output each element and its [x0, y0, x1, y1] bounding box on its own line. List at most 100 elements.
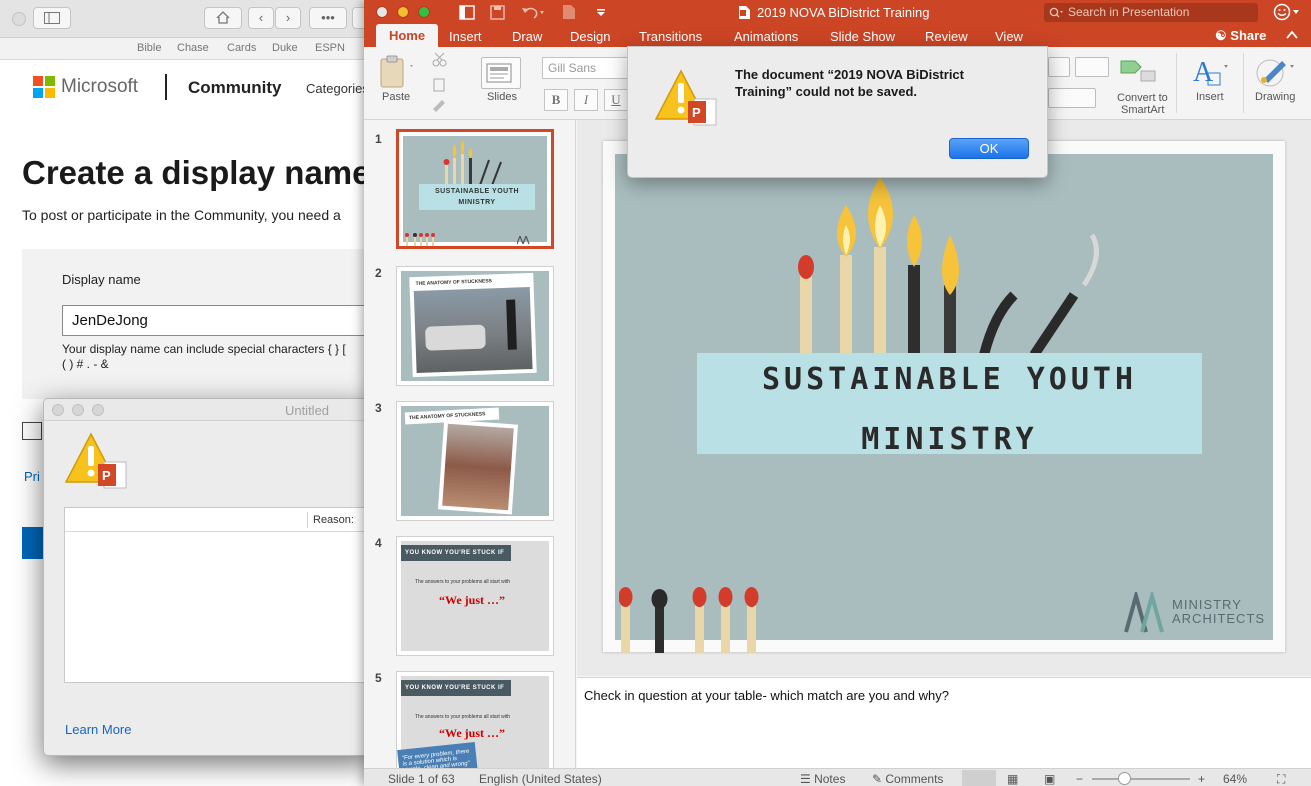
- community-link[interactable]: Community: [188, 78, 282, 98]
- normal-view-button[interactable]: [962, 770, 996, 786]
- notes-toggle[interactable]: ☰ Notes: [800, 772, 845, 786]
- zoom-slider-track[interactable]: [1092, 778, 1190, 780]
- powerpoint-warning-icon: P: [64, 432, 127, 489]
- slide-thumbnail-3[interactable]: THE ANATOMY OF STUCKNESS: [396, 401, 554, 521]
- microsoft-wordmark[interactable]: Microsoft: [61, 76, 138, 98]
- window-control[interactable]: [12, 12, 26, 26]
- bookmark-cards[interactable]: Cards: [227, 42, 256, 54]
- microsoft-logo-icon[interactable]: [33, 76, 55, 98]
- fit-to-window-icon[interactable]: ⛶: [1277, 772, 1285, 786]
- tab-draw[interactable]: Draw: [512, 29, 542, 44]
- slide-thumbnail-pane[interactable]: 1 SUSTAINABLE YOUTH MINISTRY 2 THE ANATO…: [364, 120, 576, 768]
- zoom-level[interactable]: 64%: [1223, 772, 1247, 786]
- zoom-in-icon[interactable]: +: [1198, 772, 1205, 786]
- home-button[interactable]: [204, 7, 242, 29]
- zoom-icon[interactable]: [418, 6, 430, 18]
- matches-row-image: [405, 233, 435, 246]
- submit-button[interactable]: [22, 527, 44, 559]
- agree-checkbox[interactable]: [22, 422, 42, 440]
- zoom-out-icon[interactable]: −: [1076, 772, 1083, 786]
- slide-thumbnail-2[interactable]: THE ANATOMY OF STUCKNESS: [396, 266, 554, 386]
- bookmark-duke[interactable]: Duke: [272, 42, 298, 54]
- privacy-link[interactable]: Pri: [24, 469, 40, 484]
- smartart-icon[interactable]: [1119, 57, 1159, 83]
- close-icon[interactable]: [376, 6, 388, 18]
- drawing-icon[interactable]: [1254, 55, 1296, 89]
- chevron-left-icon: ‹: [258, 10, 264, 25]
- reason-column-header[interactable]: Reason:: [313, 514, 354, 526]
- share-button[interactable]: ☯ Share: [1215, 28, 1266, 44]
- child-photo: [442, 423, 514, 511]
- ministry-architects-wordmark-2: ARCHITECTS: [1172, 611, 1266, 626]
- paste-icon[interactable]: [378, 55, 416, 89]
- learn-more-link[interactable]: Learn More: [65, 722, 131, 737]
- ppt-titlebar: 2019 NOVA BiDistrict Training Search in …: [364, 0, 1311, 25]
- tab-transitions[interactable]: Transitions: [639, 29, 702, 44]
- columns-button[interactable]: [1075, 57, 1109, 77]
- tab-slide-show[interactable]: Slide Show: [830, 29, 895, 44]
- speaker-notes[interactable]: Check in question at your table- which m…: [577, 677, 1311, 768]
- matches-row-image: [619, 587, 759, 653]
- align-text-button[interactable]: [1048, 88, 1096, 108]
- slide-layout-icon: [486, 63, 512, 83]
- bookmark-chase[interactable]: Chase: [177, 42, 209, 54]
- burning-matches-image: [798, 177, 1099, 355]
- untitled-titlebar: Untitled: [44, 399, 372, 421]
- home-icon: [216, 11, 230, 24]
- bookmarks-bar: Bible Chase Cards Duke ESPN: [0, 38, 370, 60]
- photo-frame: THE ANATOMY OF STUCKNESS: [409, 272, 537, 378]
- slide-thumbnail-5[interactable]: YOU KNOW YOU'RE STUCK IF The answers to …: [396, 671, 554, 768]
- ok-button[interactable]: OK: [949, 138, 1029, 159]
- underline-button[interactable]: U: [604, 89, 628, 111]
- ellipsis-icon: •••: [321, 10, 335, 25]
- sidebar-icon: [44, 12, 60, 24]
- language-status[interactable]: English (United States): [479, 772, 602, 786]
- list-button[interactable]: [1048, 57, 1070, 77]
- display-name-input[interactable]: JenDeJong: [62, 305, 370, 336]
- categories-menu[interactable]: Categories: [306, 81, 369, 96]
- speaker-notes-text[interactable]: Check in question at your table- which m…: [584, 688, 949, 703]
- status-bar: Slide 1 of 63 English (United States) ☰ …: [364, 768, 1311, 786]
- slide-title-line-1[interactable]: SUSTAINABLE YOUTH: [697, 362, 1202, 397]
- quote-card-text: “For every problem, there is a solution …: [401, 748, 470, 768]
- comments-toggle[interactable]: ✎ Comments: [872, 772, 943, 786]
- new-slide-button[interactable]: [481, 57, 521, 89]
- forward-button[interactable]: ›: [275, 7, 301, 29]
- zoom-slider-thumb[interactable]: [1118, 772, 1131, 785]
- tab-home[interactable]: Home: [376, 24, 438, 47]
- display-name-help-2: ( ) # . - &: [62, 357, 109, 371]
- minimize-icon[interactable]: [397, 6, 409, 18]
- sidebar-toggle-button[interactable]: [33, 7, 71, 29]
- more-button[interactable]: •••: [309, 7, 347, 29]
- smiley-feedback-icon[interactable]: [1273, 3, 1301, 22]
- slide-sorter-icon[interactable]: ▦: [1007, 772, 1018, 786]
- insert-shapes-icon[interactable]: A: [1190, 55, 1230, 89]
- tab-animations[interactable]: Animations: [734, 29, 798, 44]
- convert-smartart-label-2: SmartArt: [1121, 104, 1165, 116]
- bookmark-bible[interactable]: Bible: [137, 42, 161, 54]
- document-icon[interactable]: [562, 4, 576, 20]
- undo-icon[interactable]: [521, 5, 545, 20]
- slide-thumbnail-1[interactable]: SUSTAINABLE YOUTH MINISTRY: [396, 129, 554, 249]
- save-icon[interactable]: [490, 5, 505, 20]
- customize-toolbar-icon[interactable]: [596, 9, 606, 17]
- chevron-up-icon[interactable]: [1286, 30, 1298, 40]
- back-button[interactable]: ‹: [248, 7, 274, 29]
- bookmark-espn[interactable]: ESPN: [315, 42, 345, 54]
- font-name-field[interactable]: Gill Sans: [542, 57, 637, 79]
- tab-view[interactable]: View: [995, 29, 1023, 44]
- sidebar-icon[interactable]: [459, 5, 475, 20]
- slide-title-line-2[interactable]: MINISTRY: [697, 422, 1202, 457]
- clipboard-tools-icon[interactable]: [430, 51, 450, 115]
- tab-design[interactable]: Design: [570, 29, 610, 44]
- slide-thumbnail-4[interactable]: YOU KNOW YOU'RE STUCK IF The answers to …: [396, 536, 554, 656]
- italic-button[interactable]: I: [574, 89, 598, 111]
- bold-button[interactable]: B: [544, 89, 568, 111]
- slideshow-icon[interactable]: ▣: [1044, 772, 1055, 786]
- tab-insert[interactable]: Insert: [449, 29, 482, 44]
- matches-image: [443, 140, 502, 188]
- search-input[interactable]: Search in Presentation: [1044, 3, 1258, 22]
- pptx-file-icon: [739, 6, 750, 19]
- tab-review[interactable]: Review: [925, 29, 968, 44]
- reason-table[interactable]: Reason:: [64, 507, 372, 683]
